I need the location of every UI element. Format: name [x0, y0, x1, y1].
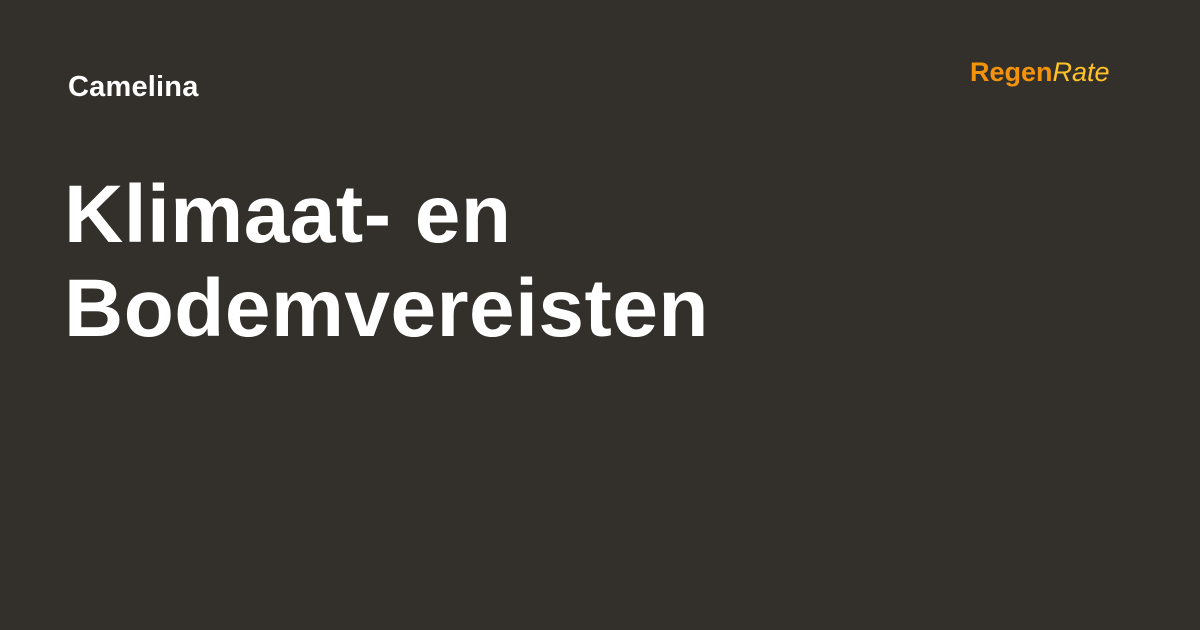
page-title: Klimaat- en Bodemvereisten	[64, 168, 1064, 357]
category-label: Camelina	[68, 71, 199, 103]
brand-logo-rate: Rate	[1052, 57, 1110, 87]
social-share-card: Camelina Klimaat- en Bodemvereisten Rege…	[0, 0, 1200, 630]
page-title-line-2: Bodemvereisten	[64, 263, 710, 355]
page-title-line-1: Klimaat- en	[64, 169, 512, 260]
brand-logo: RegenRate	[970, 56, 1110, 88]
brand-logo-regen: Regen	[970, 57, 1053, 87]
